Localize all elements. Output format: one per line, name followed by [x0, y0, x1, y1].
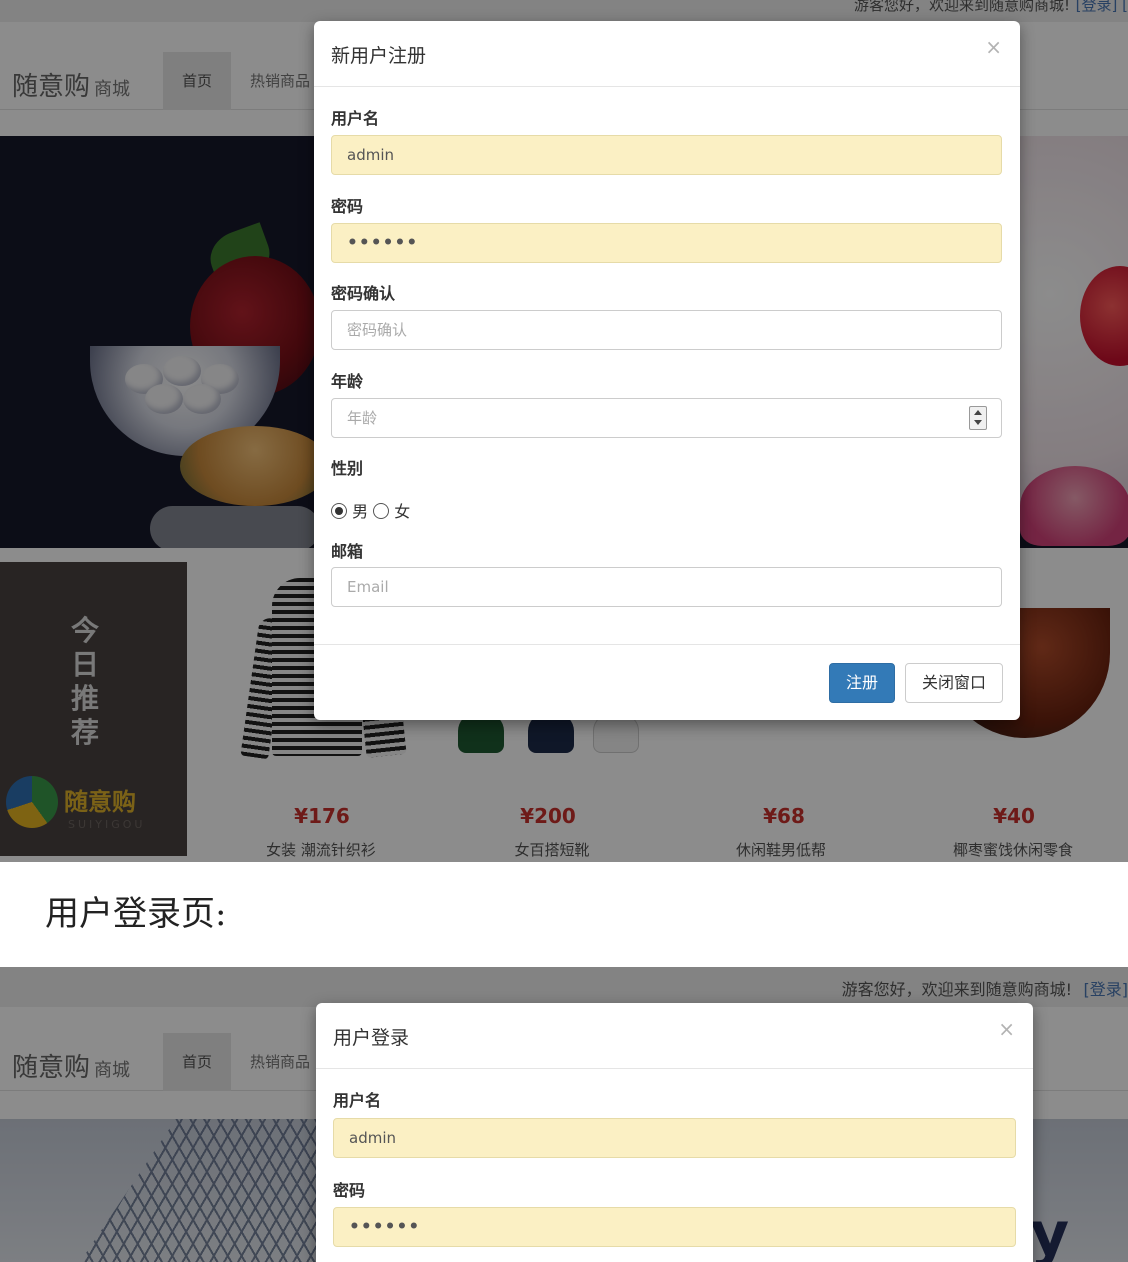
- modal-footer: 注册 关闭窗口: [314, 644, 1020, 720]
- email-input[interactable]: Email: [331, 567, 1002, 607]
- confirm-password-placeholder: 密码确认: [347, 321, 408, 339]
- section-caption: 用户登录页:: [45, 894, 227, 934]
- modal-title: 用户登录: [333, 1027, 410, 1049]
- close-window-button[interactable]: 关闭窗口: [905, 663, 1003, 703]
- gender-male-radio[interactable]: [331, 503, 347, 519]
- username-input[interactable]: admin: [331, 135, 1002, 175]
- gender-label: 性别: [331, 459, 364, 478]
- register-modal: 新用户注册 × 用户名 admin 密码 •••••• 密码确认 密码确认 年龄…: [314, 21, 1020, 720]
- confirm-password-label: 密码确认: [331, 284, 396, 303]
- age-label: 年龄: [331, 372, 364, 391]
- close-icon[interactable]: ×: [985, 35, 1002, 59]
- username-label: 用户名: [333, 1091, 382, 1110]
- email-placeholder: Email: [347, 578, 389, 596]
- age-placeholder: 年龄: [347, 409, 378, 427]
- gender-male-label: 男: [352, 502, 369, 521]
- confirm-password-input[interactable]: 密码确认: [331, 310, 1002, 350]
- modal-header: 用户登录 ×: [316, 1003, 1033, 1069]
- gender-female-label: 女: [394, 502, 411, 521]
- register-screenshot: 游客您好，欢迎来到随意购商城! [登录] [ 随意购 商城 首页 热销商品 今日推…: [0, 0, 1128, 862]
- modal-title: 新用户注册: [331, 45, 427, 67]
- register-button[interactable]: 注册: [829, 663, 895, 703]
- password-label: 密码: [333, 1181, 366, 1200]
- email-label: 邮箱: [331, 542, 364, 561]
- login-screenshot: 游客您好，欢迎来到随意购商城! [登录] 随意购 商城 首页 热销商品 y 用户登…: [0, 967, 1128, 1262]
- username-label: 用户名: [331, 109, 380, 128]
- close-icon[interactable]: ×: [998, 1017, 1015, 1041]
- password-input[interactable]: ••••••: [333, 1207, 1016, 1247]
- gender-radio-group: 男 女: [331, 498, 410, 522]
- login-modal: 用户登录 × 用户名 admin 密码 ••••••: [316, 1003, 1033, 1262]
- username-input[interactable]: admin: [333, 1118, 1016, 1158]
- password-label: 密码: [331, 197, 364, 216]
- modal-header: 新用户注册 ×: [314, 21, 1020, 87]
- password-input[interactable]: ••••••: [331, 223, 1002, 263]
- number-spinner-icon[interactable]: [969, 406, 987, 430]
- gender-female-radio[interactable]: [373, 503, 390, 519]
- age-input[interactable]: 年龄: [331, 398, 1002, 438]
